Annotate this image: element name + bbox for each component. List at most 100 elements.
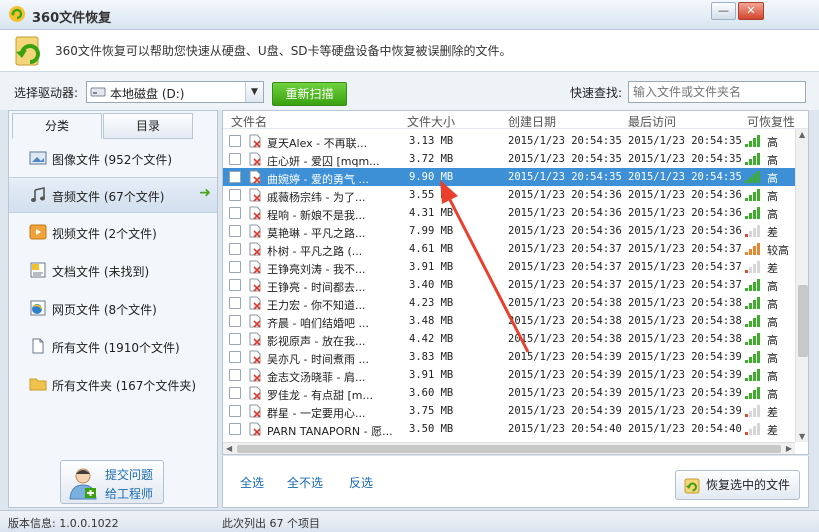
category-document[interactable]: 文档文件 (未找到) [9, 253, 217, 289]
row-checkbox[interactable] [229, 387, 241, 399]
table-row[interactable]: 金志文汤晓菲 - 肩... 3.91 MB 2015/1/23 20:54:39 20… [223, 366, 795, 384]
row-checkbox[interactable] [229, 423, 241, 435]
file-size: 4.23 MB [409, 297, 454, 309]
select-all-link[interactable]: 全选 [240, 474, 264, 491]
tab-directory[interactable]: 目录 [103, 113, 193, 139]
file-name: 吴亦凡 - 时间煮雨 ... [267, 353, 369, 366]
column-accessed[interactable]: 最后访问 [628, 113, 676, 130]
table-row[interactable]: 莫艳琳 - 平凡之路... 7.99 MB 2015/1/23 20:54:36 20… [223, 222, 795, 240]
table-row[interactable]: 王铮亮刘涛 - 我不... 3.91 MB 2015/1/23 20:54:37 20… [223, 258, 795, 276]
category-video[interactable]: 视频文件 (2个文件) [9, 215, 217, 251]
deleted-file-icon [249, 278, 261, 292]
recoverability-level: 高 [767, 352, 778, 365]
vertical-scroll-thumb[interactable] [798, 285, 808, 357]
created-date: 2015/1/23 20:54:39 [508, 351, 622, 363]
table-row[interactable]: 庄心妍 - 爱囚 [mqm... 3.72 MB 2015/1/23 20:54:3… [223, 150, 795, 168]
chevron-down-icon[interactable]: ▼ [245, 82, 263, 102]
row-checkbox[interactable] [229, 351, 241, 363]
recoverability-level: 高 [767, 298, 778, 311]
category-all-files[interactable]: 所有文件 (1910个文件) [9, 329, 217, 365]
deleted-file-icon [249, 152, 261, 166]
table-row[interactable]: 王铮亮 - 时间都去... 3.40 MB 2015/1/23 20:54:37 20… [223, 276, 795, 294]
table-row[interactable]: 群星 - 一定要用心... 3.75 MB 2015/1/23 20:54:39 20… [223, 402, 795, 420]
category-image[interactable]: 图像文件 (952个文件) [9, 141, 217, 177]
select-none-link[interactable]: 全不选 [287, 474, 323, 491]
table-row[interactable]: 曲婉婷 - 爱的勇气 ... 9.90 MB 2015/1/23 20:54:35 2… [223, 168, 795, 186]
file-size: 3.75 MB [409, 405, 454, 417]
drive-select[interactable]: 本地磁盘 (D:) ▼ [86, 81, 264, 103]
recoverability-level: 高 [767, 388, 778, 401]
category-audio[interactable]: 音频文件 (67个文件) ➜ [9, 177, 217, 213]
submit-issue-label: 提交问题 [105, 468, 154, 482]
table-row[interactable]: 王力宏 - 你不知道... 4.23 MB 2015/1/23 20:54:38 20… [223, 294, 795, 312]
row-checkbox[interactable] [229, 153, 241, 165]
rescan-button[interactable]: 重新扫描 [272, 82, 347, 106]
deleted-file-icon [249, 350, 261, 364]
table-row[interactable]: 齐晨 - 咱们结婚吧 ... 3.48 MB 2015/1/23 20:54:38 2… [223, 312, 795, 330]
row-checkbox[interactable] [229, 279, 241, 291]
row-checkbox[interactable] [229, 189, 241, 201]
minimize-icon: — [718, 4, 729, 17]
row-checkbox[interactable] [229, 243, 241, 255]
horizontal-scrollbar[interactable]: ◀ ▶ [223, 442, 795, 454]
signal-bars-icon [745, 225, 760, 237]
table-row[interactable]: 吴亦凡 - 时间煮雨 ... 3.83 MB 2015/1/23 20:54:39 2… [223, 348, 795, 366]
table-row[interactable]: PARN TANAPORN - 愿... 3.50 MB 2015/1/23 20:… [223, 420, 795, 438]
column-name[interactable]: 文件名 [231, 113, 267, 130]
file-name: 莫艳琳 - 平凡之路... [267, 227, 366, 240]
table-row[interactable]: 程响 - 新娘不是我... 4.31 MB 2015/1/23 20:54:36 20… [223, 204, 795, 222]
scroll-up-icon[interactable]: ▲ [799, 130, 805, 139]
invert-selection-link[interactable]: 反选 [349, 474, 373, 491]
table-row[interactable]: 罗佳龙 - 有点甜 [m... 3.60 MB 2015/1/23 20:54:39… [223, 384, 795, 402]
file-size: 4.31 MB [409, 207, 454, 219]
table-row[interactable]: 影视原声 - 放在我... 4.42 MB 2015/1/23 20:54:38 20… [223, 330, 795, 348]
to-engineer-label: 给工程师 [105, 487, 154, 501]
created-date: 2015/1/23 20:54:38 [508, 333, 622, 345]
row-checkbox[interactable] [229, 297, 241, 309]
tab-category[interactable]: 分类 [12, 113, 102, 139]
category-label: 音频文件 (67个文件) [52, 190, 165, 204]
submit-issue-button[interactable]: 提交问题 给工程师 [60, 460, 164, 504]
recover-selected-button[interactable]: 恢复选中的文件 [675, 470, 800, 500]
row-checkbox[interactable] [229, 225, 241, 237]
created-date: 2015/1/23 20:54:35 [508, 153, 622, 165]
file-icon [32, 338, 44, 354]
table-row[interactable]: 戚薇杨宗纬 - 为了... 3.55 MB 2015/1/23 20:54:36 20… [223, 186, 795, 204]
row-checkbox[interactable] [229, 135, 241, 147]
category-label: 视频文件 (2个文件) [52, 227, 157, 241]
minimize-button[interactable]: — [711, 2, 736, 20]
row-checkbox[interactable] [229, 369, 241, 381]
row-checkbox[interactable] [229, 315, 241, 327]
row-checkbox[interactable] [229, 261, 241, 273]
signal-bars-icon [745, 297, 760, 309]
column-recoverability[interactable]: 可恢复性 [747, 113, 795, 130]
vertical-scrollbar[interactable]: ▲ ▼ [795, 129, 808, 442]
deleted-file-icon [249, 224, 261, 238]
last-accessed: 2015/1/23 20:54:39 [628, 369, 742, 381]
version-info: 版本信息: 1.0.0.1022 [8, 517, 119, 530]
row-checkbox[interactable] [229, 207, 241, 219]
table-row[interactable]: 朴树 - 平凡之路 (... 4.61 MB 2015/1/23 20:54:37 2… [223, 240, 795, 258]
last-accessed: 2015/1/23 20:54:37 [628, 243, 742, 255]
recover-icon [684, 478, 700, 494]
scroll-right-icon[interactable]: ▶ [786, 444, 792, 453]
column-created[interactable]: 创建日期 [508, 113, 556, 130]
search-input[interactable] [628, 81, 806, 103]
category-webpage[interactable]: 网页文件 (8个文件) [9, 291, 217, 327]
signal-bars-icon [745, 153, 760, 165]
recoverability-level: 高 [767, 370, 778, 383]
close-button[interactable]: ✕ [738, 2, 764, 20]
row-checkbox[interactable] [229, 171, 241, 183]
table-row[interactable]: 夏天Alex - 不再联... 3.13 MB 2015/1/23 20:54:35… [223, 132, 795, 150]
deleted-file-icon [249, 134, 261, 148]
horizontal-scroll-thumb[interactable] [237, 445, 781, 453]
category-label: 图像文件 (952个文件) [52, 153, 173, 167]
column-size[interactable]: 文件大小 [407, 113, 455, 130]
row-checkbox[interactable] [229, 405, 241, 417]
file-name: 夏天Alex - 不再联... [267, 137, 368, 150]
scroll-left-icon[interactable]: ◀ [226, 444, 232, 453]
row-checkbox[interactable] [229, 333, 241, 345]
signal-bars-icon [745, 261, 760, 273]
category-all-folders[interactable]: 所有文件夹 (167个文件夹) [9, 367, 217, 403]
scroll-down-icon[interactable]: ▼ [799, 432, 805, 441]
